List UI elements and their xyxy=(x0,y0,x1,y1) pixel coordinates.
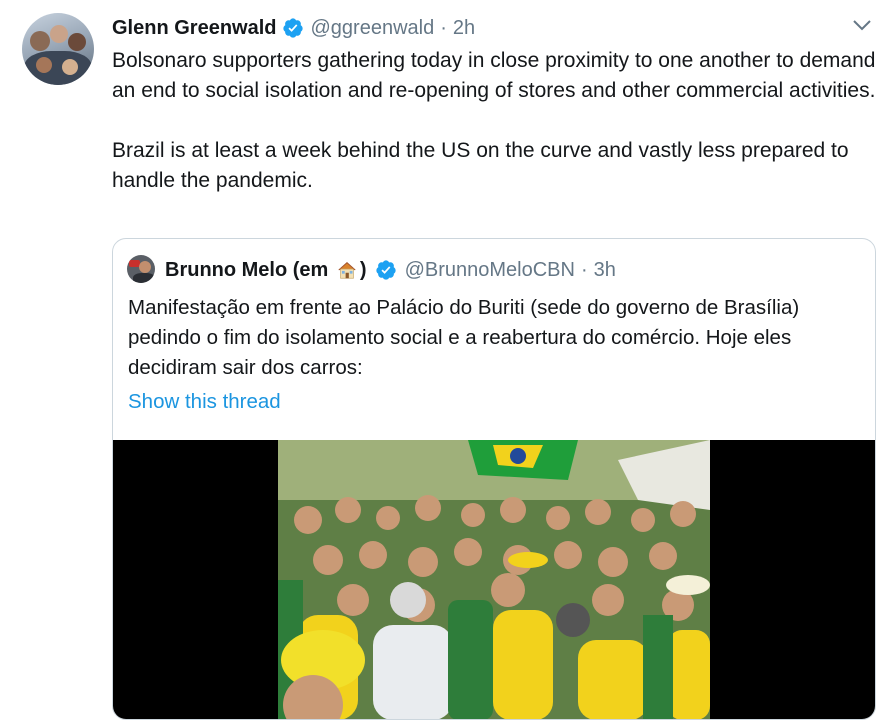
avatar-body xyxy=(133,273,155,283)
quoted-author-name-suffix: ) xyxy=(359,258,367,281)
video-player[interactable] xyxy=(113,440,875,719)
quoted-author-avatar[interactable] xyxy=(127,255,155,283)
separator-dot: · xyxy=(580,258,588,281)
video-frame xyxy=(278,440,710,719)
tweet-header: Glenn Greenwald @ggreenwald · 2h xyxy=(112,14,475,42)
chevron-down-icon[interactable] xyxy=(852,18,872,32)
avatar-face xyxy=(139,261,151,273)
avatar-figure xyxy=(30,31,50,51)
avatar-figure xyxy=(68,33,86,51)
crowd-scene-image xyxy=(278,440,710,719)
quoted-author-name[interactable]: Brunno Melo (em ) xyxy=(165,259,367,282)
author-handle[interactable]: @ggreenwald xyxy=(310,17,434,40)
quoted-tweet-timestamp[interactable]: 3h xyxy=(594,259,616,282)
quoted-author-handle[interactable]: @BrunnoMeloCBN xyxy=(405,259,575,282)
quoted-tweet-header: Brunno Melo (em ) @BrunnoMeloCBN · 3h xyxy=(165,256,616,284)
quoted-author-name-prefix: Brunno Melo (em xyxy=(165,258,329,281)
author-avatar[interactable] xyxy=(22,13,94,85)
quoted-tweet-text: Manifestação em frente ao Palácio do Bur… xyxy=(128,296,800,379)
tweet-timestamp[interactable]: 2h xyxy=(453,17,475,40)
tweet-text: Bolsonaro supporters gathering today in … xyxy=(112,49,876,192)
house-emoji-icon xyxy=(338,262,356,279)
verified-badge-icon xyxy=(283,18,304,38)
avatar-figure xyxy=(36,57,52,73)
separator-dot: · xyxy=(440,16,447,39)
avatar-figure xyxy=(62,59,78,75)
avatar-figure xyxy=(24,51,92,85)
quoted-tweet[interactable]: Brunno Melo (em ) @BrunnoMeloCBN · 3h Ma… xyxy=(112,238,876,720)
author-name[interactable]: Glenn Greenwald xyxy=(112,17,276,40)
verified-badge-icon xyxy=(375,260,396,280)
avatar-figure xyxy=(50,25,68,43)
show-thread-link[interactable]: Show this thread xyxy=(128,390,281,414)
